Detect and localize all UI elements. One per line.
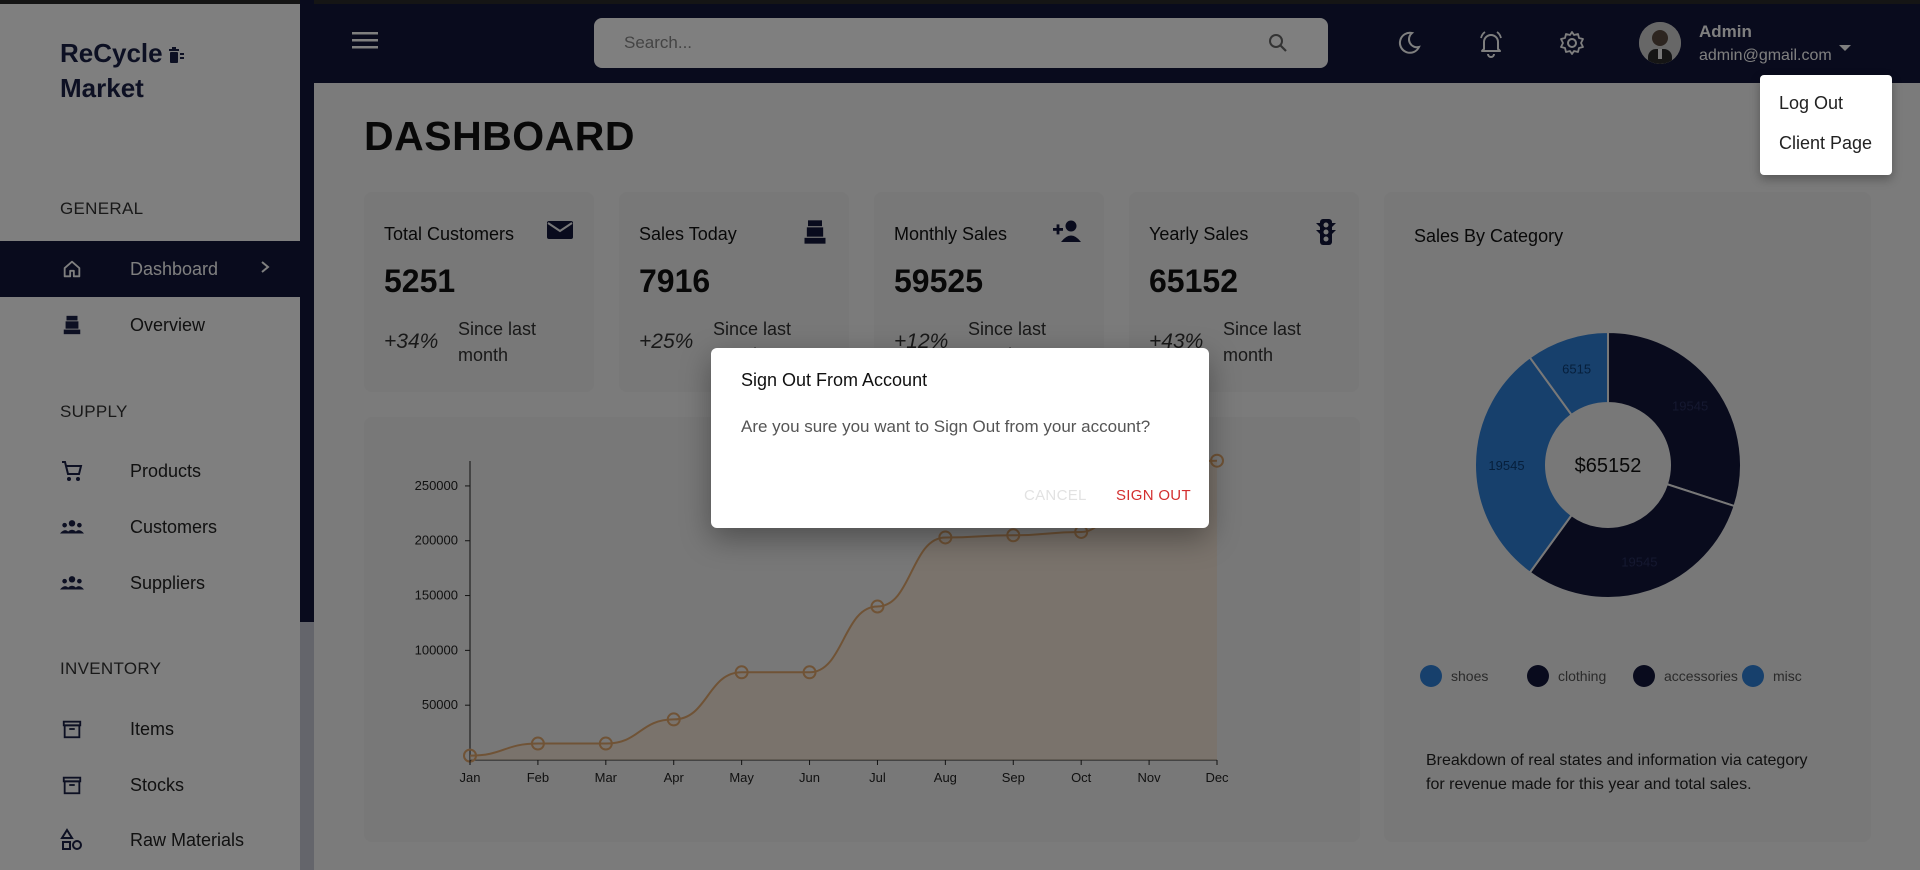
cancel-button[interactable]: CANCEL: [1024, 487, 1087, 504]
sign-out-dialog: Sign Out From Account Are you sure you w…: [711, 348, 1209, 528]
menu-item-client-page[interactable]: Client Page: [1779, 133, 1872, 154]
sign-out-button[interactable]: SIGN OUT: [1116, 487, 1191, 504]
dialog-title: Sign Out From Account: [741, 370, 928, 390]
dialog-text: Are you sure you want to Sign Out from y…: [741, 417, 1151, 436]
menu-item-log-out[interactable]: Log Out: [1779, 93, 1843, 114]
user-dropdown-menu: Log Out Client Page: [1760, 75, 1892, 175]
